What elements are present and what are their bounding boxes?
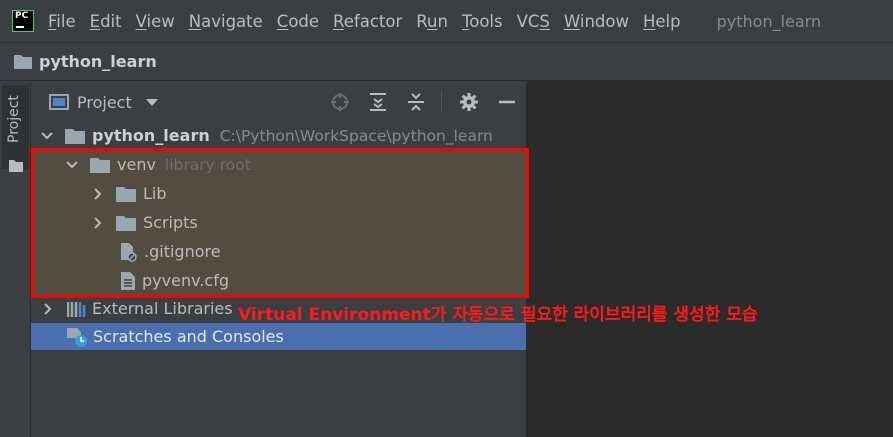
library-icon: [67, 301, 86, 317]
tree-root-path: C:\Python\WorkSpace\python_learn: [219, 126, 493, 145]
tree-row-scripts[interactable]: Scripts: [31, 208, 526, 237]
menu-edit[interactable]: Edit: [90, 12, 122, 31]
tree-row-gitignore[interactable]: .gitignore: [31, 237, 526, 266]
chevron-down-icon[interactable]: [39, 128, 55, 144]
menu-window[interactable]: Window: [564, 12, 629, 31]
menu-view[interactable]: View: [136, 12, 175, 31]
menu-help[interactable]: Help: [643, 12, 681, 31]
pycharm-logo-icon: PC: [12, 10, 34, 32]
folder-icon: [116, 186, 136, 202]
tree-label-scripts: Scripts: [143, 213, 198, 232]
panel-header: Project: [31, 81, 526, 123]
tool-window-stripe: Project: [0, 81, 31, 437]
tree-row-pyvenv[interactable]: pyvenv.cfg: [31, 266, 526, 295]
logo-text: PC: [15, 11, 29, 21]
project-view-icon: [49, 94, 69, 110]
collapse-all-icon[interactable]: [405, 91, 427, 113]
project-tool-tab[interactable]: Project: [2, 85, 29, 172]
menu-code[interactable]: Code: [277, 12, 319, 31]
chevron-right-icon[interactable]: [90, 215, 106, 231]
scratches-icon: [67, 327, 87, 347]
library-root-hint: library root: [164, 155, 251, 174]
tree-row-venv[interactable]: venv library root: [31, 150, 526, 179]
gear-icon[interactable]: [458, 91, 480, 113]
tree-row-root[interactable]: python_learn C:\Python\WorkSpace\python_…: [31, 121, 526, 150]
minimize-icon[interactable]: [496, 91, 518, 113]
tree-label-root: python_learn: [92, 126, 210, 145]
expand-all-icon[interactable]: [367, 91, 389, 113]
tree-row-scratches[interactable]: Scratches and Consoles: [31, 323, 526, 350]
menu-tools[interactable]: Tools: [462, 12, 503, 31]
tree-label-external-libraries: External Libraries: [92, 299, 233, 318]
menu-file[interactable]: File: [48, 12, 76, 31]
folder-icon: [116, 215, 136, 231]
folder-icon: [65, 128, 85, 144]
chevron-right-icon[interactable]: [90, 186, 106, 202]
tree-row-lib[interactable]: Lib: [31, 179, 526, 208]
menu-bar: PC File Edit View Navigate Code Refactor…: [0, 0, 893, 42]
tree-label-pyvenv: pyvenv.cfg: [142, 271, 229, 290]
menu-navigate[interactable]: Navigate: [189, 12, 263, 31]
project-tab-label: Project: [6, 95, 22, 143]
config-file-icon: [121, 271, 135, 290]
folder-icon: [90, 157, 110, 173]
tree-label-venv: venv: [117, 155, 156, 174]
tree-label-gitignore: .gitignore: [144, 242, 221, 261]
navigation-bar: python_learn: [0, 42, 893, 81]
folder-icon: [9, 160, 23, 172]
menu-refactor[interactable]: Refactor: [333, 12, 402, 31]
chevron-down-icon[interactable]: [64, 157, 80, 173]
window-title: python_learn: [716, 11, 822, 31]
locate-icon[interactable]: [329, 91, 351, 113]
chevron-down-icon[interactable]: [145, 98, 158, 106]
panel-title[interactable]: Project: [77, 93, 132, 112]
menu-vcs[interactable]: VCS: [517, 12, 550, 31]
tree-label-lib: Lib: [143, 184, 167, 203]
annotation-caption: Virtual Environment가 자동으로 필요한 라이브러리를 생성한…: [238, 305, 758, 325]
breadcrumb-project[interactable]: python_learn: [39, 52, 157, 71]
ignored-file-icon: [121, 242, 137, 262]
menu-run[interactable]: Run: [416, 12, 448, 31]
chevron-right-icon[interactable]: [40, 301, 56, 317]
folder-icon: [14, 55, 32, 69]
tree-label-scratches: Scratches and Consoles: [93, 327, 284, 346]
toolbar-divider: [441, 91, 442, 113]
